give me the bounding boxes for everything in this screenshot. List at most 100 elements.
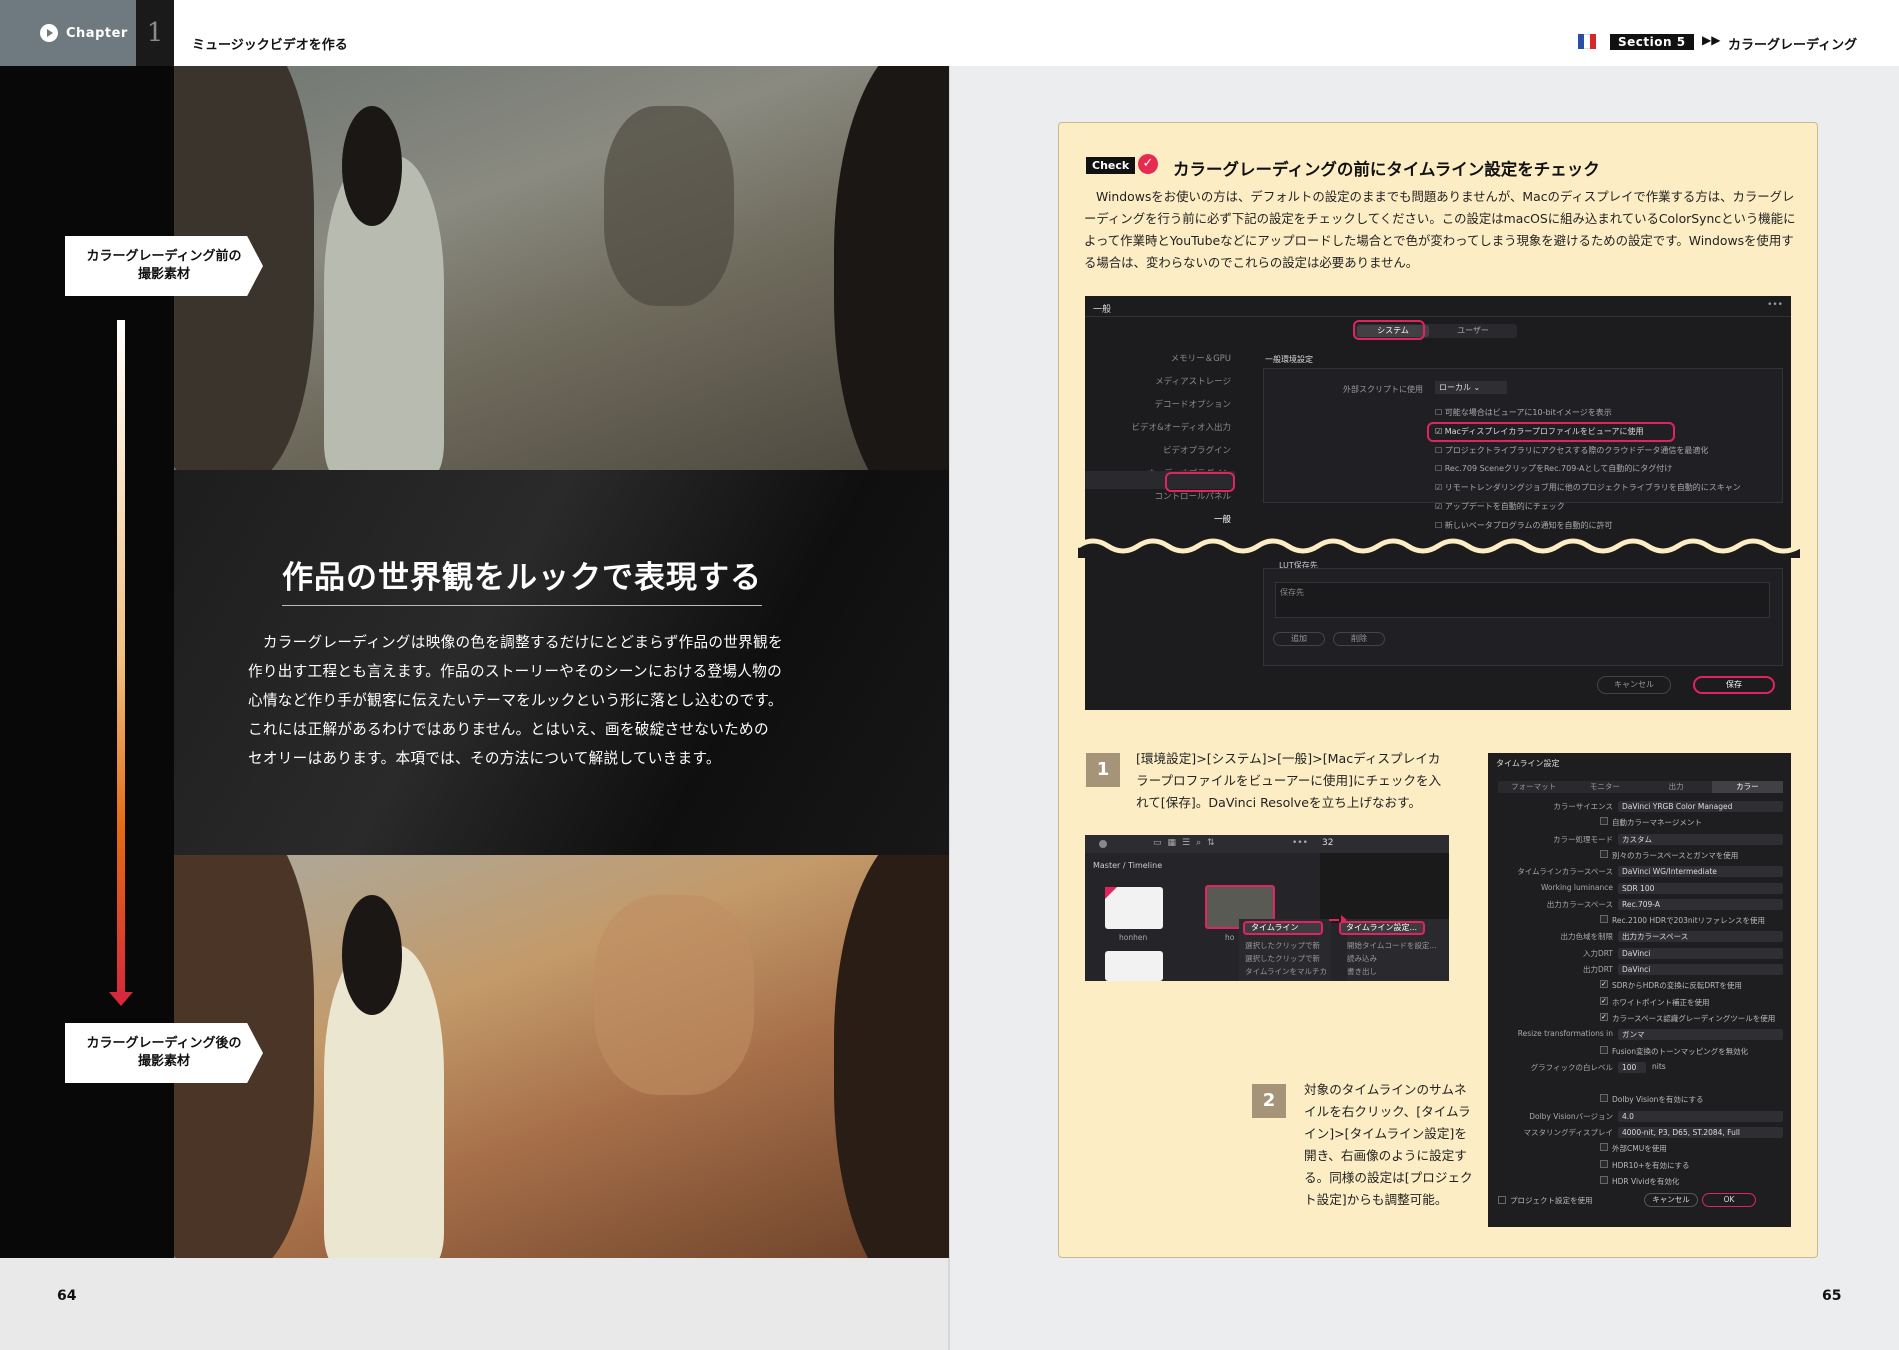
timeline-thumb[interactable] [1105, 951, 1163, 981]
prefs-sidebar: メモリー＆GPU メディアストレージ デコードオプション ビデオ&オーディオ入出… [1085, 348, 1231, 532]
checkbox-checked-icon[interactable]: ✓ [1600, 996, 1608, 1005]
option-remote-render[interactable]: ☑ リモートレンダリングジョブ用に他のプロジェクトライブラリを自動的にスキャン [1435, 479, 1741, 498]
settings-row: Fusion変換のトーンマッピングを無効化 [1488, 1045, 1791, 1059]
more-icon[interactable]: ••• [1292, 838, 1308, 848]
menu-item[interactable]: 読み込み [1347, 952, 1437, 965]
tab-format[interactable]: フォーマット [1498, 781, 1569, 793]
gradient-arrow-line [117, 320, 125, 1000]
play-icon [40, 24, 58, 42]
setting-dropdown[interactable]: DaVinci [1618, 947, 1783, 959]
highlight-general [1165, 472, 1235, 492]
option-label: 可能な場合はビューアに10-bitイメージを表示 [1444, 408, 1612, 417]
setting-dropdown[interactable]: DaVinci YRGB Color Managed [1618, 801, 1783, 812]
checkbox-icon[interactable] [1600, 1175, 1608, 1184]
settings-row: 外部CMUを使用 [1488, 1143, 1791, 1156]
setting-label: グラフィックの白レベル [1530, 1062, 1613, 1072]
label-after: カラーグレーディング後の 撮影素材 [65, 1023, 263, 1083]
tab-output[interactable]: 出力 [1641, 781, 1712, 793]
header-bar [0, 0, 1899, 66]
checkbox-icon[interactable]: ☐ [1435, 408, 1442, 417]
option-beta[interactable]: ☐ 新しいベータプログラムの通知を自動的に許可 [1435, 517, 1741, 536]
view-icons[interactable]: ▭▦☰⌕⇅ [1153, 838, 1221, 848]
menu-item[interactable]: 書き出し [1347, 965, 1437, 978]
sidebar-item-video-audio-io[interactable]: ビデオ&オーディオ入出力 [1085, 417, 1231, 440]
setting-label: Resize transformations in [1517, 1029, 1613, 1039]
settings-row: 出力色域を制限 出力カラースペース [1488, 931, 1791, 944]
sidebar-item-video-plugins[interactable]: ビデオプラグイン [1085, 440, 1231, 463]
checkbox-icon[interactable] [1600, 817, 1608, 826]
chapter-number: 1 [136, 0, 174, 66]
setting-option-label: HDR10+を有効にする [1612, 1160, 1690, 1170]
checkbox-checked-icon[interactable]: ☑ [1435, 502, 1442, 511]
delete-button[interactable]: 削除 [1333, 632, 1385, 646]
checkbox-icon[interactable]: ☐ [1435, 446, 1442, 455]
setting-dropdown[interactable]: 出力カラースペース [1618, 931, 1783, 943]
checkbox-icon[interactable] [1600, 915, 1608, 924]
checkbox-checked-icon[interactable]: ✓ [1600, 1012, 1608, 1021]
checkbox-checked-icon[interactable]: ✓ [1600, 980, 1608, 989]
menu-item[interactable]: 選択したクリップで新 [1245, 952, 1327, 965]
checkbox-checked-icon[interactable]: ☑ [1435, 483, 1442, 492]
setting-dropdown[interactable]: 4.0 [1618, 1110, 1783, 1122]
setting-dropdown[interactable]: ガンマ [1618, 1029, 1783, 1041]
cancel-button[interactable]: キャンセル [1644, 1193, 1698, 1207]
setting-option-label: SDRからHDRの変換に反転DRTを使用 [1612, 981, 1742, 991]
checkbox-icon[interactable] [1600, 1143, 1608, 1152]
checkbox-icon[interactable] [1600, 1045, 1608, 1054]
option-updates[interactable]: ☑ アップデートを自動的にチェック [1435, 498, 1741, 517]
setting-dropdown[interactable]: 4000-nit, P3, D65, ST.2084, Full [1618, 1127, 1783, 1138]
checkbox-icon[interactable] [1600, 1094, 1608, 1103]
label-after-line2: 撮影素材 [137, 1054, 190, 1069]
chapter-label: Chapter [66, 25, 128, 41]
sidebar-item-memory[interactable]: メモリー＆GPU [1085, 348, 1231, 371]
menu-item-timeline-settings[interactable]: タイムライン設定... [1339, 921, 1425, 935]
page-number-right: 65 [1822, 1288, 1842, 1304]
setting-dropdown[interactable]: カスタム [1618, 833, 1783, 845]
menu-item[interactable]: タイムラインをマルチカ [1245, 965, 1327, 978]
tab-monitor[interactable]: モニター [1569, 781, 1640, 793]
menu-item-timeline[interactable]: タイムライン [1243, 921, 1323, 935]
label-before-line1: カラーグレーディング前の [86, 249, 242, 264]
setting-dropdown[interactable]: DaVinci [1618, 964, 1783, 975]
script-dropdown[interactable]: ローカル ⌄ [1435, 381, 1507, 394]
setting-dropdown[interactable]: Rec.709-A [1618, 898, 1783, 910]
sidebar-item-general[interactable]: 一般 [1085, 509, 1231, 532]
option-cloud[interactable]: ☐ プロジェクトライブラリにアクセスする際のクラウドデータ通信を最適化 [1435, 442, 1741, 461]
checkbox-icon[interactable] [1600, 1159, 1608, 1168]
save-button[interactable]: 保存 [1693, 676, 1775, 694]
photo-after [174, 855, 949, 1258]
setting-label: 入力DRT [1582, 948, 1613, 958]
tree-trunk [834, 855, 949, 1258]
option-label: Rec.709 SceneクリップをRec.709-Aとして自動的にタグ付け [1444, 464, 1673, 474]
checkbox-icon[interactable] [1498, 1196, 1506, 1204]
setting-dropdown[interactable]: SDR 100 [1618, 882, 1783, 894]
setting-dropdown[interactable]: 100 [1618, 1061, 1646, 1073]
menu-item[interactable]: 選択したクリップで新 [1245, 939, 1327, 952]
sidebar-item-decode[interactable]: デコードオプション [1085, 394, 1231, 417]
media-toolbar [1085, 835, 1449, 853]
more-icon[interactable]: ••• [1767, 300, 1783, 310]
setting-dropdown[interactable]: DaVinci WG/Intermediate [1618, 866, 1783, 878]
ok-button[interactable]: OK [1702, 1193, 1756, 1207]
thumb-label: ho [1225, 933, 1235, 942]
step-1-text: [環境設定]>[システム]>[一般]>[Macディスプレイカラープロファイルをビ… [1136, 751, 1442, 810]
tab-color[interactable]: カラー [1711, 781, 1783, 793]
highlight-system [1353, 320, 1425, 340]
photo-before [174, 66, 949, 470]
add-button[interactable]: 追加 [1273, 632, 1325, 646]
option-rec709[interactable]: ☐ Rec.709 SceneクリップをRec.709-Aとして自動的にタグ付け [1435, 460, 1741, 479]
menu-item[interactable]: 開始タイムコードを設定... [1347, 939, 1437, 952]
checkbox-icon[interactable]: ☐ [1435, 521, 1442, 530]
settings-row: 出力カラースペース Rec.709-A [1488, 898, 1791, 912]
option-label: プロジェクトライブラリにアクセスする際のクラウドデータ通信を最適化 [1444, 445, 1709, 455]
checkbox-icon[interactable] [1600, 849, 1608, 858]
settings-row: ✓ SDRからHDRの変換に反転DRTを使用 [1488, 980, 1791, 993]
tab-user[interactable]: ユーザー [1433, 325, 1513, 337]
option-10bit[interactable]: ☐ 可能な場合はビューアに10-bitイメージを表示 [1435, 404, 1741, 423]
checkbox-icon[interactable]: ☐ [1435, 464, 1442, 473]
sidebar-item-storage[interactable]: メディアストレージ [1085, 371, 1231, 394]
timeline-settings-screenshot: タイムライン設定 フォーマット モニター 出力 カラー カラーサイエンス DaVi… [1488, 753, 1791, 1227]
intro-line: カラーグレーディングは映像の色を調整するだけにとどまらず作品の世界観を [248, 634, 783, 651]
lut-path-field[interactable]: 保存先 [1275, 582, 1770, 618]
cancel-button[interactable]: キャンセル [1597, 676, 1671, 694]
